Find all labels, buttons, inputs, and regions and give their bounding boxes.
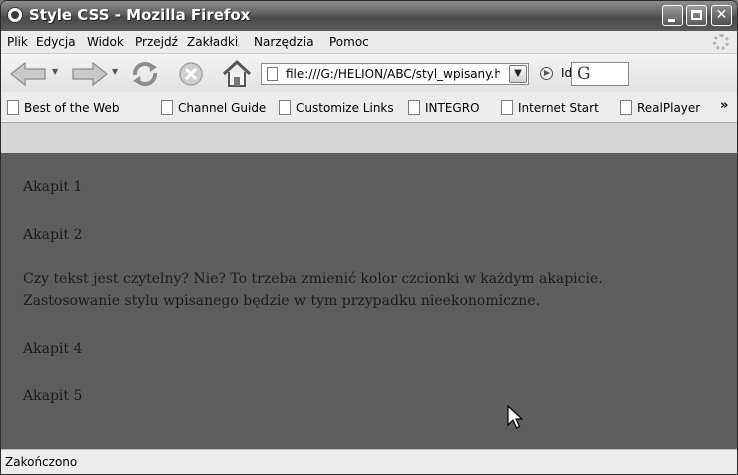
paragraph-3-line-1: Czy tekst jest czytelny? Nie? To trzeba … [23, 271, 603, 287]
menu-bar: Plik Edycja Widok Przejdź Zakładki Narzę… [1, 31, 737, 54]
menu-edycja[interactable]: Edycja [36, 35, 76, 49]
page-icon [161, 100, 173, 115]
bookmark-realplayer[interactable]: RealPlayer [620, 100, 700, 115]
page-icon [279, 100, 291, 115]
page-icon [267, 67, 278, 81]
paragraph-4: Akapit 4 [23, 341, 83, 357]
forward-arrow-icon[interactable] [69, 61, 109, 87]
mouse-pointer-icon [507, 405, 523, 429]
page-icon [408, 100, 420, 115]
firefox-icon [7, 7, 23, 23]
page-icon [7, 100, 19, 115]
bookmarks-toolbar: Best of the Web Channel Guide Customize … [1, 92, 737, 123]
bookmark-label: INTEGRO [425, 101, 480, 115]
forward-dropdown-icon[interactable]: ▼ [112, 67, 118, 76]
bookmark-label: Customize Links [296, 101, 394, 115]
back-arrow-icon[interactable] [9, 61, 49, 87]
status-bar: Zakończono [1, 449, 737, 474]
bookmarks-overflow-button[interactable]: » [720, 98, 728, 113]
title-bar[interactable]: Style CSS - Mozilla Firefox ✕ [1, 1, 737, 31]
paragraph-5: Akapit 5 [23, 388, 83, 404]
minimize-button[interactable] [662, 5, 683, 26]
page-icon [620, 100, 632, 115]
chevron-down-icon[interactable]: ▼ [509, 65, 527, 83]
menu-plik[interactable]: Plik [7, 35, 28, 49]
page-content: Akapit 1 Akapit 2 Czy tekst jest czyteln… [1, 153, 737, 449]
bookmark-label: Channel Guide [178, 101, 267, 115]
bookmark-label: Best of the Web [24, 101, 120, 115]
reload-icon[interactable] [129, 59, 161, 89]
bookmark-best-of-the-web[interactable]: Best of the Web [7, 100, 119, 115]
close-button[interactable]: ✕ [711, 5, 732, 26]
maximize-button[interactable] [686, 5, 707, 26]
throbber-icon [713, 34, 729, 50]
paragraph-1: Akapit 1 [23, 179, 83, 195]
paragraph-3-line-2: Zastosowanie stylu wpisanego będzie w ty… [23, 293, 541, 309]
navigation-toolbar: ▼ ▼ file:///G:/HELION/ABC/styl_wpisany.h… [1, 54, 737, 93]
url-text[interactable]: file:///G:/HELION/ABC/styl_wpisany.htm [286, 67, 500, 81]
menu-przejdz[interactable]: Przejdź [135, 35, 178, 49]
status-text: Zakończono [5, 455, 78, 469]
stop-icon[interactable] [177, 60, 205, 88]
menu-widok[interactable]: Widok [87, 35, 124, 49]
bookmark-label: Internet Start [518, 101, 599, 115]
back-dropdown-icon[interactable]: ▼ [52, 67, 58, 76]
menu-zakladki[interactable]: Zakładki [187, 35, 238, 49]
menu-pomoc[interactable]: Pomoc [329, 35, 369, 49]
page-icon [501, 100, 513, 115]
menu-narzedzia[interactable]: Narzędzia [254, 35, 314, 49]
address-bar[interactable]: file:///G:/HELION/ABC/styl_wpisany.htm ▼ [261, 63, 529, 85]
bookmark-integro[interactable]: INTEGRO [408, 100, 480, 115]
window-title: Style CSS - Mozilla Firefox [29, 6, 251, 24]
bookmark-label: RealPlayer [637, 101, 701, 115]
bookmark-customize-links[interactable]: Customize Links [279, 100, 394, 115]
bookmark-internet-start[interactable]: Internet Start [501, 100, 599, 115]
search-engine-icon[interactable]: G [577, 64, 591, 84]
go-icon[interactable] [540, 67, 553, 80]
bookmark-channel-guide[interactable]: Channel Guide [161, 100, 266, 115]
search-box[interactable]: G [571, 62, 629, 86]
home-icon[interactable] [221, 59, 253, 89]
browser-window: Style CSS - Mozilla Firefox ✕ Plik Edycj… [0, 0, 738, 475]
paragraph-2: Akapit 2 [23, 227, 83, 243]
